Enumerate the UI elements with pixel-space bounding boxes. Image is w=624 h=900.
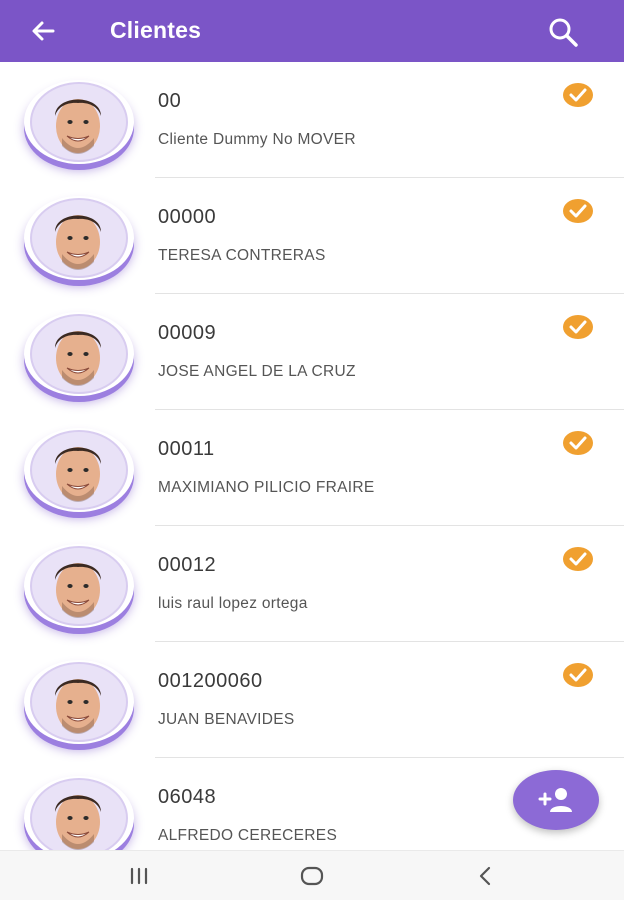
client-code: 00 <box>158 90 182 112</box>
search-icon[interactable] <box>545 14 581 50</box>
client-code: 00012 <box>158 554 217 576</box>
client-row[interactable]: 00 Cliente Dummy No MOVER <box>0 62 624 178</box>
recent-apps-icon[interactable] <box>124 864 154 888</box>
avatar <box>24 196 134 280</box>
client-name: Cliente Dummy No MOVER <box>158 131 356 148</box>
check-circle-icon <box>563 199 593 223</box>
client-name: JUAN BENAVIDES <box>158 711 295 728</box>
check-circle-icon <box>563 663 593 687</box>
client-row[interactable]: 00012 luis raul lopez ortega <box>0 526 624 642</box>
client-code: 00000 <box>158 206 217 228</box>
client-name: MAXIMIANO PILICIO FRAIRE <box>158 479 375 496</box>
check-circle-icon <box>563 315 593 339</box>
person-photo-icon <box>55 99 101 154</box>
avatar <box>24 428 134 512</box>
avatar <box>24 776 134 850</box>
home-icon[interactable] <box>297 864 327 888</box>
client-code: 001200060 <box>158 670 263 692</box>
client-list: 00 Cliente Dummy No MOVER 00000 TERESA C… <box>0 62 624 850</box>
person-photo-icon <box>55 331 101 386</box>
client-row[interactable]: 001200060 JUAN BENAVIDES <box>0 642 624 758</box>
page-title: Clientes <box>110 17 202 43</box>
client-code: 00011 <box>158 438 215 460</box>
person-photo-icon <box>55 795 101 850</box>
client-row[interactable]: 00000 TERESA CONTRERAS <box>0 178 624 294</box>
client-code: 00009 <box>158 322 217 344</box>
add-person-icon <box>538 788 572 812</box>
app-bar: Clientes <box>0 0 624 62</box>
check-circle-icon <box>563 431 593 455</box>
avatar <box>24 80 134 164</box>
avatar <box>24 544 134 628</box>
person-photo-icon <box>55 447 101 502</box>
client-name: luis raul lopez ortega <box>158 595 308 612</box>
avatar <box>24 312 134 396</box>
person-photo-icon <box>55 215 101 270</box>
client-name: ALFREDO CERECERES <box>158 827 338 844</box>
system-nav-bar <box>0 850 624 900</box>
check-circle-icon <box>563 83 593 107</box>
nav-back-icon[interactable] <box>471 864 501 888</box>
avatar <box>24 660 134 744</box>
arrow-left-icon[interactable] <box>28 16 58 46</box>
client-row[interactable]: 00009 JOSE ANGEL DE LA CRUZ <box>0 294 624 410</box>
client-row[interactable]: 00011 MAXIMIANO PILICIO FRAIRE <box>0 410 624 526</box>
add-client-button[interactable] <box>513 770 599 830</box>
client-code: 06048 <box>158 786 217 808</box>
person-photo-icon <box>55 679 101 734</box>
client-name: TERESA CONTRERAS <box>158 247 326 264</box>
check-circle-icon <box>563 547 593 571</box>
client-name: JOSE ANGEL DE LA CRUZ <box>158 363 356 380</box>
person-photo-icon <box>55 563 101 618</box>
